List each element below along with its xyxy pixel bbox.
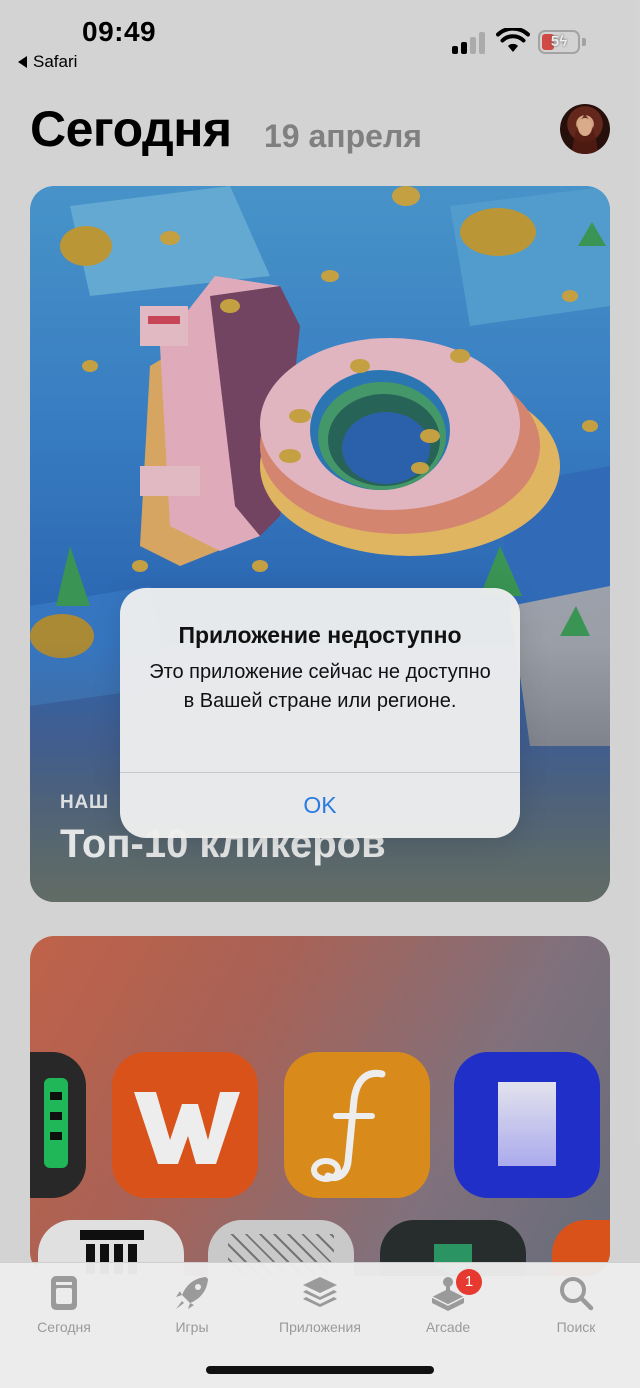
tab-today[interactable]: Сегодня <box>0 1263 128 1353</box>
arcade-badge: 1 <box>456 1269 482 1295</box>
alert-title: Приложение недоступно <box>178 622 462 648</box>
tab-arcade[interactable]: 1 Arcade <box>384 1263 512 1353</box>
tab-today-label: Сегодня <box>37 1319 91 1335</box>
tab-search[interactable]: Поиск <box>512 1263 640 1353</box>
tab-apps[interactable]: Приложения <box>256 1263 384 1353</box>
tab-games[interactable]: Игры <box>128 1263 256 1353</box>
search-icon <box>560 1277 594 1311</box>
alert-ok-button[interactable]: OK <box>120 773 520 838</box>
home-indicator[interactable] <box>206 1366 434 1374</box>
rocket-icon <box>176 1277 208 1309</box>
tab-arcade-label: Arcade <box>425 1319 471 1335</box>
tab-search-label: Поиск <box>556 1319 596 1335</box>
layers-icon <box>303 1277 337 1307</box>
today-icon <box>51 1276 77 1310</box>
tab-games-label: Игры <box>175 1319 209 1335</box>
unavailable-alert-dialog: Приложение недоступно Это приложение сей… <box>120 588 520 838</box>
alert-message: Это приложение сейчас не доступно в Ваше… <box>149 661 491 712</box>
tab-apps-label: Приложения <box>279 1319 361 1335</box>
